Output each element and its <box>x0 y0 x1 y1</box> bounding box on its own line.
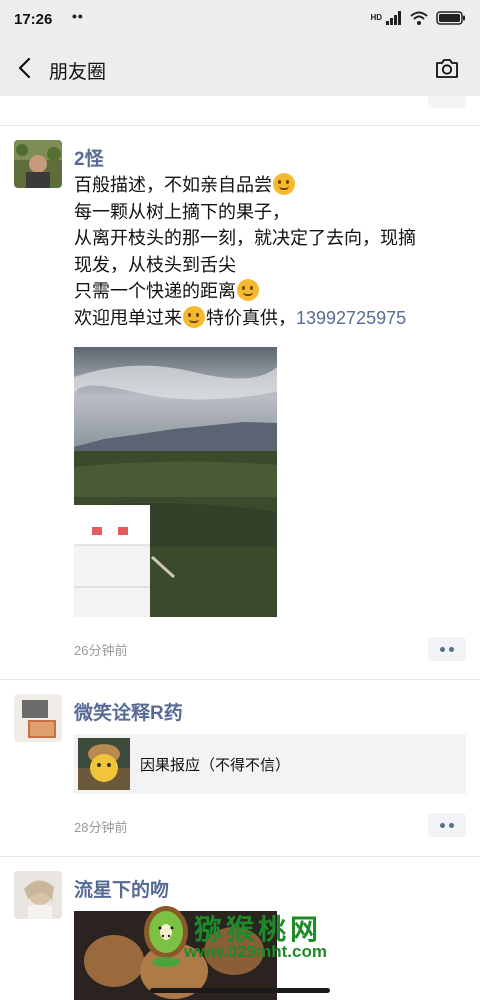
share-title: 因果报应（不得不信） <box>140 757 291 774</box>
status-time: 17:26 <box>14 11 53 28</box>
post-line: 每一颗从树上摘下的果子， <box>74 201 290 222</box>
post-line: 欢迎甩单过来 <box>74 307 182 328</box>
site-watermark: 猕猴桃网 www.029mht.com <box>140 902 340 972</box>
top-bar: 朋友圈 <box>0 40 480 96</box>
home-indicator[interactable] <box>150 988 330 993</box>
more-button[interactable] <box>428 637 466 661</box>
wink-emoji-icon <box>237 279 259 301</box>
share-thumbnail <box>78 738 130 790</box>
post-author[interactable]: 流星下的吻 <box>74 875 169 902</box>
money-emoji-icon <box>183 305 205 328</box>
yum-emoji-icon <box>273 173 295 195</box>
post-line: 从离开枝头的那一刻，就决定了去向，现摘 <box>74 228 416 248</box>
avatar[interactable] <box>14 140 62 188</box>
chevron-left-icon[interactable] <box>14 56 36 80</box>
post-time: 28分钟前 <box>74 820 128 835</box>
watermark-url: www.029mht.com <box>184 942 327 961</box>
moment-post: 微笑诠释R药 因果报应（不得不信） 28分钟前 <box>0 680 480 857</box>
post-line: 百般描述，不如亲自品尝 <box>74 175 272 195</box>
wifi-icon <box>410 11 428 25</box>
status-bar: 17:26 •• HD <box>0 0 480 40</box>
post-line: 只需一个快递的距离 <box>74 281 236 301</box>
notification-dots: •• <box>72 8 84 24</box>
phone-link[interactable]: 13992725975 <box>296 308 406 328</box>
avatar[interactable] <box>14 871 62 919</box>
previous-post-remnant <box>0 96 480 126</box>
post-photo[interactable] <box>74 347 277 617</box>
post-line: 特价真供， <box>206 307 296 328</box>
post-author[interactable]: 2怪 <box>74 144 104 171</box>
avatar[interactable] <box>14 694 62 742</box>
post-time: 26分钟前 <box>74 643 128 658</box>
more-button[interactable] <box>428 96 466 108</box>
shared-link-card[interactable]: 因果报应（不得不信） <box>74 734 466 794</box>
post-line: 现发，从枝头到舌尖 <box>74 254 236 275</box>
signal-icon <box>386 11 401 25</box>
more-button[interactable] <box>428 813 466 837</box>
post-author[interactable]: 微笑诠释R药 <box>74 698 183 725</box>
page-title: 朋友圈 <box>49 62 107 83</box>
camera-icon[interactable] <box>434 56 460 80</box>
hd-label: HD <box>370 13 382 22</box>
battery-icon <box>436 11 465 25</box>
post-text: 百般描述，不如亲自品尝 每一颗从树上摘下的果子， 从离开枝头的那一刻，就决定了去… <box>74 172 464 331</box>
moment-post: 2怪 百般描述，不如亲自品尝 每一颗从树上摘下的果子， 从离开枝头的那一刻，就决… <box>0 126 480 680</box>
